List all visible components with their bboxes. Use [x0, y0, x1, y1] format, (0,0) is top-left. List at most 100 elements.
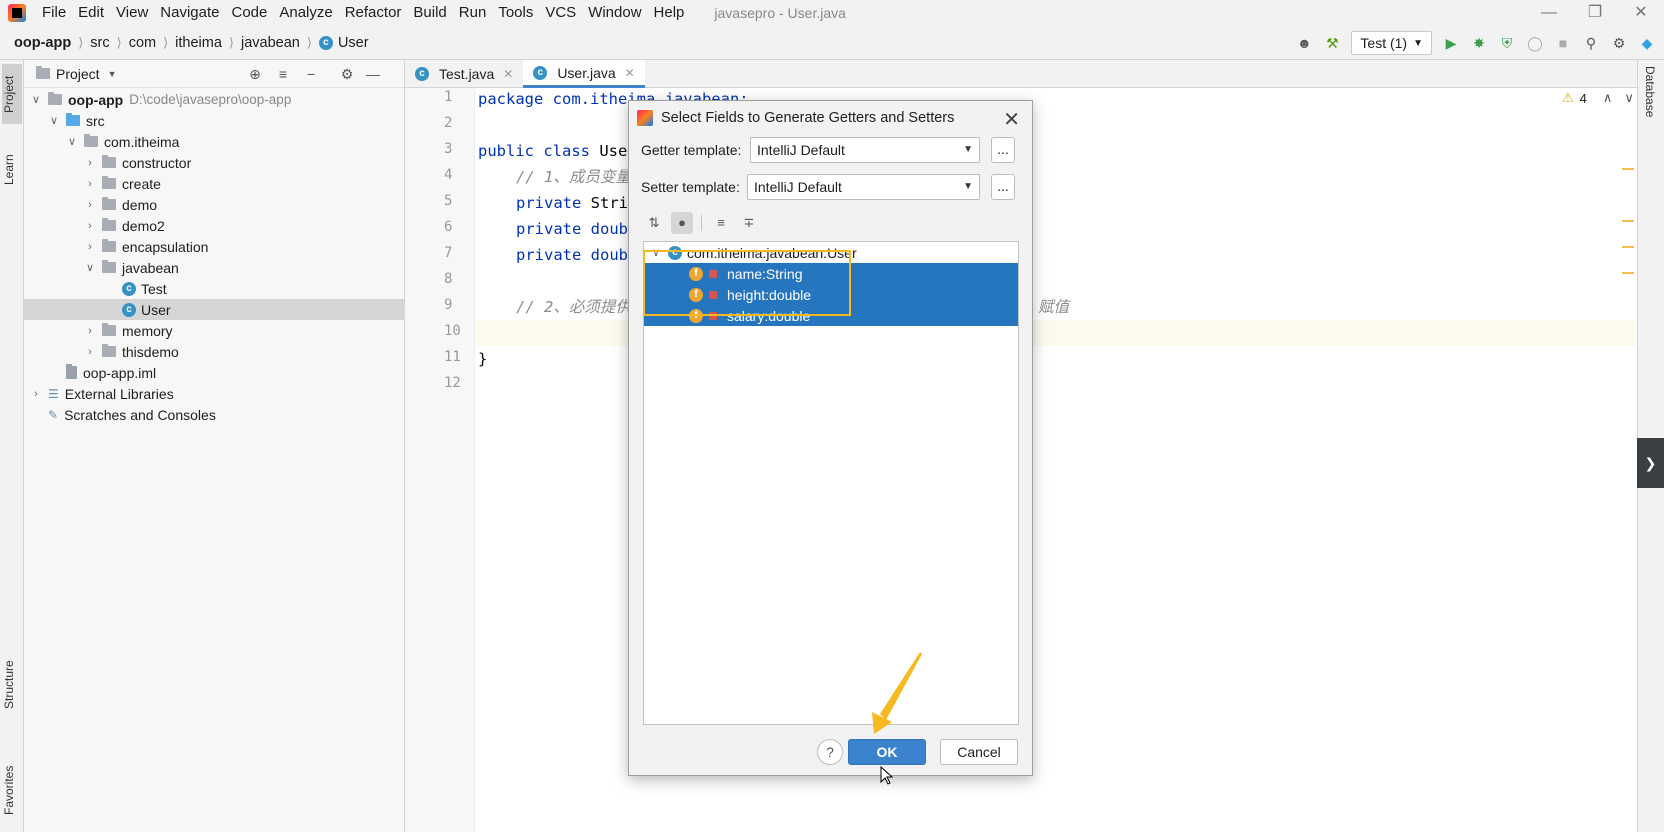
stop-icon[interactable]: ■ — [1554, 34, 1572, 52]
tree-item-user[interactable]: c User — [24, 299, 405, 320]
collapse-all-icon[interactable]: − — [302, 65, 320, 83]
tree-item-encapsulation[interactable]: › encapsulation — [24, 236, 405, 257]
tree-label: com.itheima — [104, 133, 180, 150]
tree-item-demo[interactable]: › demo — [24, 194, 405, 215]
hide-panel-icon[interactable]: — — [364, 65, 382, 83]
menu-analyze[interactable]: Analyze — [273, 0, 338, 26]
tab-label: User.java — [557, 64, 616, 81]
setter-template-more-button[interactable]: ... — [991, 174, 1015, 200]
getter-template-more-button[interactable]: ... — [991, 137, 1015, 163]
tree-item-com-itheima[interactable]: ∨ com.itheima — [24, 131, 405, 152]
warning-marker[interactable] — [1622, 272, 1634, 274]
menu-help[interactable]: Help — [648, 0, 691, 26]
gear-icon[interactable]: ⚙ — [338, 65, 356, 83]
tab-user-java[interactable]: c User.java ✕ — [523, 60, 645, 88]
locate-icon[interactable]: ⊕ — [246, 65, 264, 83]
profile-icon[interactable]: ◯ — [1526, 34, 1544, 52]
tree-item-oop-app[interactable]: ∨ oop-app D:\code\javasepro\oop-app — [24, 89, 405, 110]
expand-all-icon[interactable]: ≡ — [274, 65, 292, 83]
menu-tools[interactable]: Tools — [492, 0, 539, 26]
tree-item-create[interactable]: › create — [24, 173, 405, 194]
coverage-icon[interactable]: ⛨ — [1498, 34, 1516, 52]
code-line-9: // 2、必须提供 — [516, 296, 631, 318]
debug-icon[interactable]: ✸ — [1470, 34, 1488, 52]
chevron-right-icon[interactable]: ❯ — [1637, 438, 1664, 488]
close-icon[interactable]: ✕ — [503, 67, 513, 81]
fields-tree[interactable]: ∨ c com.itheima.javabean.User f name:Str… — [643, 241, 1019, 725]
cancel-button[interactable]: Cancel — [940, 739, 1018, 765]
menu-vcs[interactable]: VCS — [539, 0, 582, 26]
tree-item-demo2[interactable]: › demo2 — [24, 215, 405, 236]
tab-test-java[interactable]: c Test.java ✕ — [405, 60, 523, 88]
chevron-up-icon[interactable]: ∧ — [1603, 90, 1613, 106]
breadcrumb-itheima[interactable]: itheima — [175, 35, 222, 51]
run-configuration-dropdown[interactable]: Test (1) ▼ — [1351, 31, 1432, 55]
favorites-tool-tab[interactable]: Favorites — [2, 755, 22, 825]
warning-marker[interactable] — [1622, 246, 1634, 248]
tree-item-constructor[interactable]: › constructor — [24, 152, 405, 173]
minimize-icon[interactable]: — — [1526, 0, 1572, 26]
close-window-icon[interactable]: ✕ — [1618, 0, 1664, 26]
help-button[interactable]: ? — [817, 739, 843, 765]
show-classes-icon[interactable]: ● — [671, 212, 693, 234]
warning-marker[interactable] — [1622, 168, 1634, 170]
chevron-down-icon: ▼ — [963, 144, 973, 155]
class-icon: c — [318, 35, 333, 50]
project-panel-title[interactable]: Project — [56, 66, 100, 82]
build-hammer-icon[interactable]: ⚒ — [1323, 34, 1341, 52]
menu-file[interactable]: File — [36, 0, 72, 26]
menu-run[interactable]: Run — [453, 0, 493, 26]
chevron-right-icon: › — [88, 198, 92, 211]
menu-navigate[interactable]: Navigate — [154, 0, 225, 26]
structure-tool-tab[interactable]: Structure — [2, 645, 22, 725]
breadcrumb-javabean[interactable]: javabean — [241, 35, 300, 51]
plugin-icon[interactable]: ◆ — [1638, 34, 1656, 52]
restore-icon[interactable]: ❐ — [1572, 0, 1618, 26]
tree-item-src[interactable]: ∨ src — [24, 110, 405, 131]
menu-build[interactable]: Build — [407, 0, 452, 26]
tree-item-class[interactable]: ∨ c com.itheima.javabean.User — [644, 242, 1018, 263]
tree-item-thisdemo[interactable]: › thisdemo — [24, 341, 405, 362]
tree-item-external-libraries[interactable]: › ☰ External Libraries — [24, 383, 405, 404]
search-icon[interactable]: ⚲ — [1582, 34, 1600, 52]
run-icon[interactable]: ▶ — [1442, 34, 1460, 52]
breadcrumb-project[interactable]: oop-app — [14, 35, 71, 51]
tree-item-memory[interactable]: › memory — [24, 320, 405, 341]
tree-item-javabean[interactable]: ∨ javabean — [24, 257, 405, 278]
inspection-widget[interactable]: ⚠ 4 ∧ ∨ — [1562, 90, 1634, 106]
collapse-all-icon[interactable]: ∓ — [738, 212, 760, 234]
tree-item-scratches[interactable]: ✎ Scratches and Consoles — [24, 404, 405, 425]
menu-refactor[interactable]: Refactor — [339, 0, 408, 26]
tree-item-iml[interactable]: oop-app.iml — [24, 362, 405, 383]
expand-all-icon[interactable]: ≡ — [710, 212, 732, 234]
tree-item-test[interactable]: c Test — [24, 278, 405, 299]
database-tool-tab[interactable]: Database — [1643, 66, 1657, 117]
breadcrumb-user[interactable]: User — [338, 35, 369, 51]
close-icon[interactable]: ✕ — [1003, 107, 1020, 132]
sort-alphabetically-icon[interactable]: ⇅ — [643, 212, 665, 234]
learn-tool-tab[interactable]: Learn — [2, 140, 22, 200]
menu-view[interactable]: View — [110, 0, 154, 26]
class-icon: c — [533, 65, 548, 80]
field-item-salary[interactable]: f salary:double — [644, 305, 1018, 326]
field-item-name[interactable]: f name:String — [644, 263, 1018, 284]
menu-window[interactable]: Window — [582, 0, 647, 26]
tree-label: create — [122, 175, 161, 192]
chevron-down-icon[interactable]: ▼ — [108, 69, 117, 79]
class-icon: c — [668, 245, 682, 260]
chevron-down-icon[interactable]: ∨ — [1624, 90, 1634, 106]
warning-marker[interactable] — [1622, 220, 1634, 222]
getter-template-select[interactable]: IntelliJ Default ▼ — [750, 137, 980, 163]
user-icon[interactable]: ☻ — [1295, 34, 1313, 52]
project-tool-tab[interactable]: Project — [2, 64, 22, 124]
gear-icon[interactable]: ⚙ — [1610, 34, 1628, 52]
setter-template-select[interactable]: IntelliJ Default ▼ — [747, 174, 980, 200]
main-toolbar: ☻ ⚒ Test (1) ▼ ▶ ✸ ⛨ ◯ ■ ⚲ ⚙ ◆ — [1295, 30, 1656, 56]
breadcrumb-src[interactable]: src — [90, 35, 109, 51]
menu-code[interactable]: Code — [225, 0, 273, 26]
ok-button[interactable]: OK — [848, 739, 926, 765]
field-item-height[interactable]: f height:double — [644, 284, 1018, 305]
breadcrumb-com[interactable]: com — [129, 35, 156, 51]
close-icon[interactable]: ✕ — [625, 66, 635, 80]
menu-edit[interactable]: Edit — [72, 0, 110, 26]
